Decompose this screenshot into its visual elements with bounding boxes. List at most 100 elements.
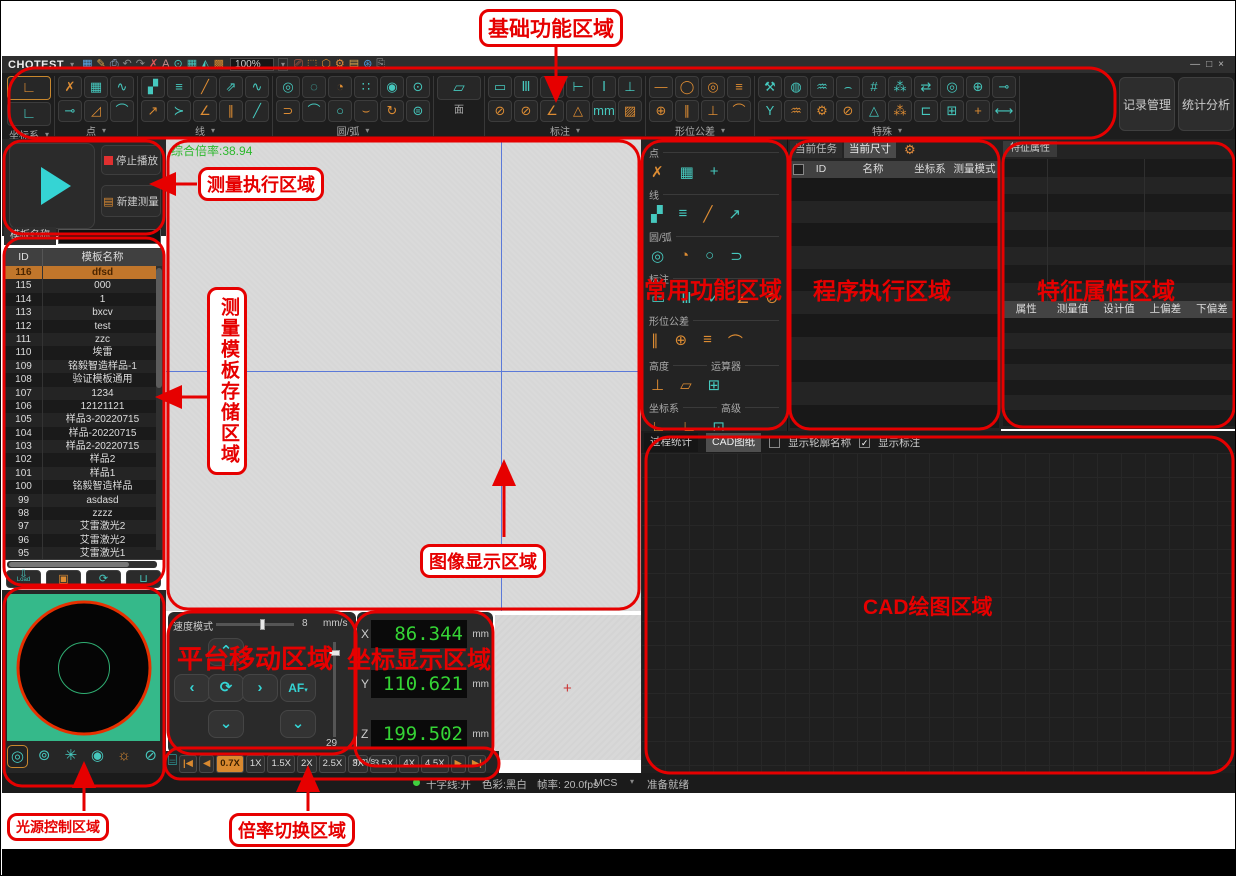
toolbar-icon-button[interactable]: ⊙ (406, 76, 430, 98)
toolbar-icon-button[interactable]: ≡ (727, 76, 751, 98)
toolbar-icon-button[interactable]: ⇄ (914, 76, 938, 98)
toolbar-icon-button[interactable]: ◯ (675, 76, 699, 98)
common-function-icon[interactable]: ⊥ (651, 376, 664, 394)
template-row[interactable]: 97艾雷激光2 (5, 520, 162, 533)
zoom-level-input[interactable]: 100% (230, 58, 274, 71)
delete-icon[interactable]: ✗ (147, 58, 160, 71)
toolbar-icon-button[interactable]: △ (862, 100, 886, 122)
toolbar-icon-button[interactable]: ♒ (784, 100, 808, 122)
mag-option-2.5X[interactable]: 2.5X (319, 755, 347, 773)
segment-light-icon[interactable]: ✳ (60, 745, 81, 768)
template-row[interactable]: 10612121121 (5, 400, 162, 413)
status-mcs-select[interactable]: MCS (594, 777, 617, 789)
template-row[interactable]: 115000 (5, 279, 162, 292)
toolbar-icon-button[interactable]: ∠ (540, 100, 564, 122)
mag-last-button[interactable]: ▶| (468, 755, 486, 773)
toolbar-icon-button[interactable]: ◎ (701, 76, 725, 98)
print-icon[interactable]: ⎙ (108, 58, 121, 71)
toolbar-icon-button[interactable]: ◍ (784, 76, 808, 98)
template-row[interactable]: 1141 (5, 293, 162, 306)
stage-down-button[interactable]: ⌄ (208, 710, 244, 738)
toolbar-icon-button[interactable]: mm (592, 100, 616, 122)
common-function-icon[interactable]: ✗ (651, 163, 664, 181)
group-dropdown-icon[interactable]: ▾ (365, 126, 369, 135)
toolbar-icon-button[interactable]: ⌣ (354, 100, 378, 122)
toolbar-icon-button[interactable]: ⊜ (406, 100, 430, 122)
group-dropdown-icon[interactable]: ▾ (576, 126, 580, 135)
toolbar-icon-button[interactable]: ⌒ (727, 100, 751, 122)
template-row[interactable]: 96艾雷激光2 (5, 534, 162, 547)
undo-icon[interactable]: ↶ (121, 58, 134, 71)
bulb-icon[interactable]: ☼ (114, 745, 135, 768)
template-row[interactable]: 116dfsd (5, 266, 162, 279)
toolbar-icon-button[interactable]: ⊘ (836, 100, 860, 122)
save-template-button[interactable]: ▣ (46, 570, 81, 588)
toolbar-icon-button[interactable]: ∷ (354, 76, 378, 98)
common-function-icon[interactable]: ⊃ (730, 247, 743, 265)
mag-option-1X[interactable]: 1X (246, 755, 266, 773)
mag-option-0.7X[interactable]: 0.7X (216, 755, 244, 773)
common-function-icon[interactable]: + (710, 163, 719, 181)
template-row[interactable]: 102样品2 (5, 453, 162, 466)
tab-current-task[interactable]: 当前任务 (790, 141, 842, 158)
toolbar-icon-button[interactable]: ⊸ (58, 100, 82, 122)
template-row[interactable]: 103样品2-20220715 (5, 440, 162, 453)
toolbar-icon-button[interactable]: ⊞ (940, 100, 964, 122)
toolbar-icon-button[interactable]: ∟ (7, 102, 51, 126)
mag-option-2X[interactable]: 2X (297, 755, 317, 773)
common-function-icon[interactable]: ⊕ (675, 331, 688, 352)
stop-playback-button[interactable]: 停止播放 (101, 145, 161, 175)
records-management-button[interactable]: 记录管理 (1119, 77, 1175, 131)
toolbar-icon-button[interactable]: ⁂ (888, 76, 912, 98)
template-row[interactable]: 104样品-20220715 (5, 427, 162, 440)
toolbar-icon-button[interactable]: ≻ (167, 100, 191, 122)
common-function-icon[interactable]: ⊞ (708, 376, 721, 394)
redo-icon[interactable]: ↷ (134, 58, 147, 71)
toolbar-icon-button[interactable]: ▱ (437, 76, 481, 100)
tab-feature-attributes[interactable]: 特征属性 (1003, 141, 1057, 157)
toolbar-icon-button[interactable]: Ⅰ (592, 76, 616, 98)
toolbar-icon-button[interactable]: ⊥ (618, 76, 642, 98)
template-vertical-scrollbar[interactable] (156, 266, 162, 550)
toolbar-icon-button[interactable]: ⊘ (488, 100, 512, 122)
camera-thumbnail[interactable]: + (495, 615, 641, 760)
template-row[interactable]: 110埃雷 (5, 346, 162, 359)
mag-option-1.5X[interactable]: 1.5X (267, 755, 295, 773)
toolbar-icon-button[interactable]: ⁂ (888, 100, 912, 122)
group-dropdown-icon[interactable]: ▾ (721, 126, 725, 135)
palette-icon[interactable]: ▩ (212, 58, 226, 71)
stage-icon[interactable]: ▤ (347, 58, 361, 71)
toolbar-icon-button[interactable]: ⊸ (992, 76, 1016, 98)
group-dropdown-icon[interactable]: ▾ (102, 126, 106, 135)
toolbar-icon-button[interactable]: ◎ (276, 76, 300, 98)
toolbar-icon-button[interactable]: ◌ (302, 76, 326, 98)
template-row[interactable]: 1071234 (5, 387, 162, 400)
toolbar-icon-button[interactable]: ∿ (110, 76, 134, 98)
common-function-icon[interactable]: ⌒ (728, 331, 743, 352)
autofocus-icon[interactable]: A (160, 58, 171, 71)
show-annotations-checkbox[interactable]: ✓ (859, 437, 870, 448)
mag-next-button[interactable]: ▶ (451, 755, 466, 773)
toolbar-icon-button[interactable]: ≡ (167, 76, 191, 98)
toolbar-icon-button[interactable]: ▨ (618, 100, 642, 122)
toolbar-icon-button[interactable]: ▭ (488, 76, 512, 98)
template-row[interactable]: 112test (5, 320, 162, 333)
group-dropdown-icon[interactable]: ▾ (211, 126, 215, 135)
toolbar-icon-button[interactable]: ◎ (940, 76, 964, 98)
template-row[interactable]: 105样品3-20220715 (5, 413, 162, 426)
common-function-icon[interactable]: ∥ (651, 331, 659, 352)
toolbar-icon-button[interactable]: ⌒ (302, 100, 326, 122)
program-settings-gear-icon[interactable]: ⚙ (904, 142, 916, 158)
toolbar-icon-button[interactable]: ∟ (7, 76, 51, 100)
delete-template-button[interactable]: ⊔ (126, 570, 161, 588)
show-contour-names-checkbox[interactable] (769, 437, 780, 448)
common-function-icon[interactable]: ▞ (651, 205, 663, 223)
statistics-analysis-button[interactable]: 统计分析 (1178, 77, 1234, 131)
toolbar-icon-button[interactable]: ⌒ (110, 100, 134, 122)
spot-light-icon[interactable]: ◉ (87, 745, 108, 768)
minimize-button[interactable]: — (1190, 59, 1206, 70)
common-function-icon[interactable]: ○ (705, 247, 714, 265)
template-row[interactable]: 113bxcv (5, 306, 162, 319)
toolbar-icon-button[interactable]: # (862, 76, 886, 98)
save-icon[interactable]: ▦ (80, 58, 94, 71)
